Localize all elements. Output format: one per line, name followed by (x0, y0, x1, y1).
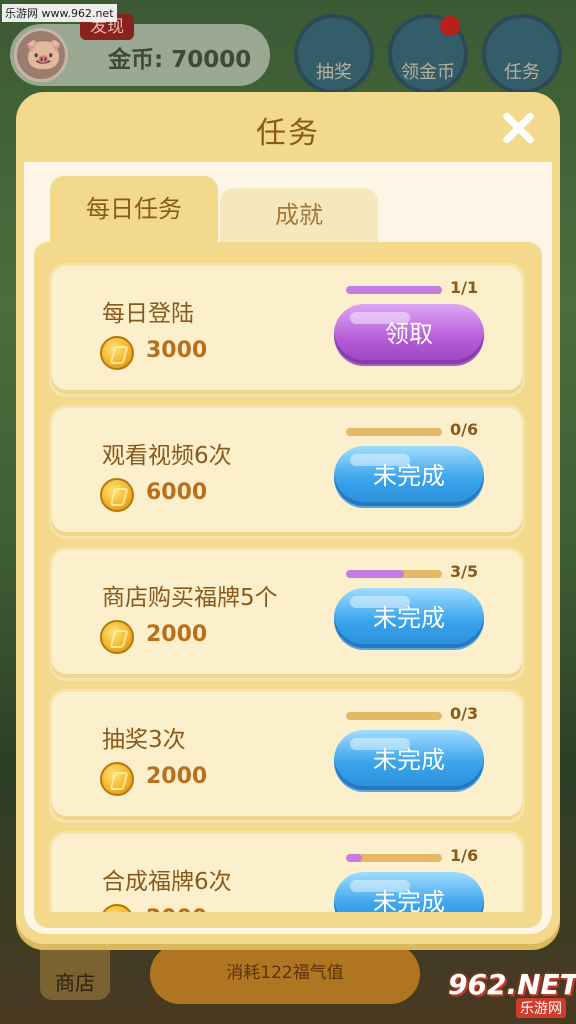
site-logo: 962.NET 乐游网 (442, 968, 576, 1018)
tab-achievements[interactable]: 成就 (220, 188, 378, 242)
task-progress-bar (346, 286, 442, 294)
progress-fill (346, 854, 362, 862)
logo-text: 962.NET (448, 968, 576, 1001)
claim-button[interactable]: 领取 (334, 304, 484, 364)
task-name: 观看视频6次 (102, 443, 232, 469)
coin-balance-bar: 发现 金币: 70000 (10, 14, 270, 86)
task-item: 观看视频6次 6000 0/6 未完成 (52, 408, 522, 536)
task-progress-bar (346, 428, 442, 436)
task-item: 商店购买福牌5个 2000 3/5 未完成 (52, 550, 522, 678)
coin-balance: 金币: 70000 (108, 47, 252, 73)
incomplete-button[interactable]: 未完成 (334, 446, 484, 506)
task-progress-text: 3/5 (450, 562, 479, 581)
task-reward: 3000 (146, 338, 208, 363)
task-name: 每日登陆 (102, 301, 194, 327)
coin-icon (100, 904, 134, 912)
incomplete-button[interactable]: 未完成 (334, 730, 484, 790)
modal-title: 任务 (256, 116, 320, 151)
tab-daily-tasks[interactable]: 每日任务 (50, 176, 218, 242)
progress-fill (346, 286, 442, 294)
coin-icon (100, 478, 134, 512)
task-modal: 任务 每日任务 成就 每日登陆 3000 1/1 领取 观看视频6次 6000 … (16, 92, 560, 944)
consume-label: 消耗122福气值 (226, 963, 344, 983)
incomplete-button[interactable]: 未完成 (334, 872, 484, 912)
gold-gift-label: 领金币 (401, 62, 455, 83)
lottery-icon[interactable]: 抽奖 (294, 14, 374, 94)
task-reward: 2000 (146, 622, 208, 647)
task-item: 合成福牌6次 2000 1/6 未完成 (52, 834, 522, 912)
task-progress-text: 1/6 (450, 846, 479, 865)
task-label: 任务 (504, 62, 540, 83)
shop-label: 商店 (55, 971, 95, 995)
logo-subtext: 乐游网 (516, 998, 566, 1018)
modal-header: 任务 (16, 92, 560, 162)
pig-avatar-icon[interactable] (14, 28, 68, 82)
task-progress-bar (346, 570, 442, 578)
task-reward: 6000 (146, 480, 208, 505)
task-name: 抽奖3次 (102, 727, 186, 753)
notification-dot (440, 16, 460, 36)
task-progress-bar (346, 854, 442, 862)
coin-icon (100, 762, 134, 796)
task-list-viewport: 每日登陆 3000 1/1 领取 观看视频6次 6000 0/6 未完成 商店购… (34, 242, 542, 912)
coin-icon (100, 620, 134, 654)
task-name: 合成福牌6次 (102, 869, 232, 895)
task-progress-bar (346, 712, 442, 720)
incomplete-button[interactable]: 未完成 (334, 588, 484, 648)
site-watermark: 乐游网 www.962.net (2, 4, 117, 22)
merge-button[interactable]: 消耗122福气值 (150, 944, 420, 1004)
coin-icon (100, 336, 134, 370)
gold-gift-icon[interactable]: 领金币 (388, 14, 468, 94)
close-icon[interactable] (498, 108, 538, 148)
task-progress-text: 0/6 (450, 420, 479, 439)
lottery-label: 抽奖 (316, 62, 352, 83)
task-progress-text: 1/1 (450, 278, 479, 297)
task-item: 每日登陆 3000 1/1 领取 (52, 266, 522, 394)
task-reward: 2000 (146, 906, 207, 912)
task-list[interactable]: 每日登陆 3000 1/1 领取 观看视频6次 6000 0/6 未完成 商店购… (34, 242, 542, 928)
task-item: 抽奖3次 2000 0/3 未完成 (52, 692, 522, 820)
task-reward: 2000 (146, 764, 208, 789)
task-progress-text: 0/3 (450, 704, 479, 723)
task-clipboard-icon[interactable]: 任务 (482, 14, 562, 94)
task-name: 商店购买福牌5个 (102, 585, 278, 611)
progress-fill (346, 570, 404, 578)
